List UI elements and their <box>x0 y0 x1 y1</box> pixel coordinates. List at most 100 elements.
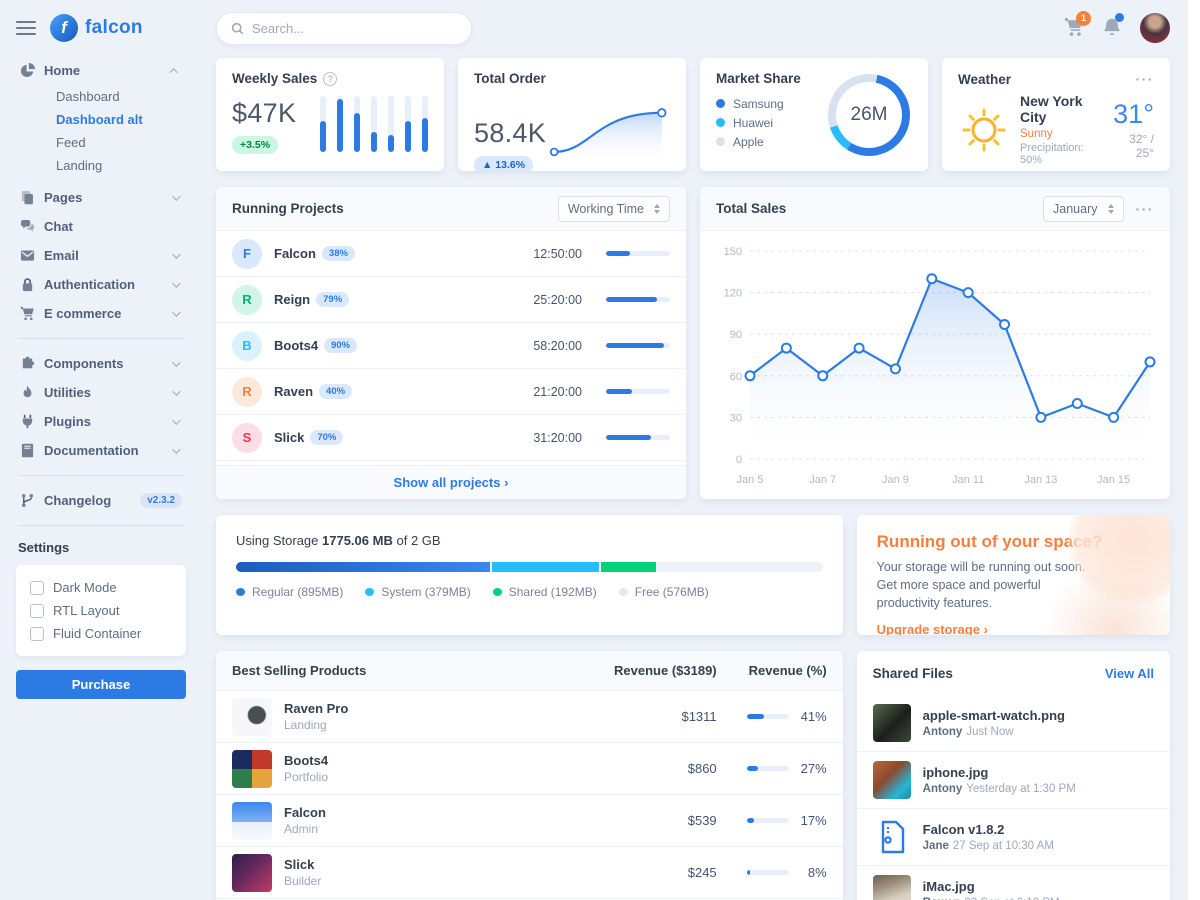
project-name-link[interactable]: Boots4 <box>274 338 318 353</box>
search-box[interactable] <box>216 12 472 45</box>
upgrade-storage-link[interactable]: Upgrade storage › <box>877 622 988 635</box>
nav-icon <box>20 385 35 400</box>
sidebar-item[interactable]: Dashboard alt <box>16 108 186 131</box>
product-price: $539 <box>567 813 717 828</box>
sidebar-item[interactable] <box>18 525 184 526</box>
product-progress-bar <box>747 714 789 719</box>
project-row: R Raven 40% 21:20:00 <box>216 369 686 415</box>
hamburger-menu-icon[interactable] <box>16 17 36 39</box>
checkbox[interactable] <box>30 604 44 618</box>
working-time-select[interactable]: Working Time <box>558 196 670 222</box>
shared-file-item: Falcon v1.8.2 Jane27 Sep at 10:30 AM <box>857 809 1170 866</box>
sidebar-item[interactable]: E commerce <box>16 299 186 328</box>
checkbox[interactable] <box>30 581 44 595</box>
product-name-link[interactable]: Falcon <box>284 805 326 820</box>
product-price: $860 <box>567 761 717 776</box>
total-order-title: Total Order <box>474 71 546 86</box>
view-all-link[interactable]: View All <box>1105 666 1154 681</box>
file-time: Yesterday at 1:30 PM <box>966 783 1076 795</box>
svg-text:Jan 11: Jan 11 <box>952 474 984 486</box>
project-name-link[interactable]: Raven <box>274 384 313 399</box>
product-pct: 41% <box>799 709 827 724</box>
upgrade-space-card: Running out of your space? Your storage … <box>857 515 1170 635</box>
svg-text:Jan 15: Jan 15 <box>1097 474 1130 486</box>
project-time: 58:20:00 <box>520 339 582 353</box>
show-all-projects-link[interactable]: Show all projects › <box>394 475 509 490</box>
checkbox[interactable] <box>30 627 44 641</box>
sidebar-item[interactable]: Pages <box>16 183 186 212</box>
sidebar-item[interactable]: Feed <box>16 131 186 154</box>
notifications-button[interactable] <box>1102 17 1122 40</box>
nav-icon <box>20 443 35 458</box>
sidebar-item[interactable]: Documentation <box>16 436 186 465</box>
weather-title: Weather <box>958 72 1011 87</box>
arrow-right-icon: › <box>504 475 508 490</box>
weekly-bar <box>320 96 326 152</box>
sidebar-item[interactable]: Plugins <box>16 407 186 436</box>
settings-heading: Settings <box>18 540 184 555</box>
sidebar-item[interactable]: Landing <box>16 154 186 177</box>
total-sales-title: Total Sales <box>716 201 786 216</box>
month-select[interactable]: January <box>1043 196 1123 222</box>
storage-legend-item: System (379MB) <box>365 585 470 599</box>
file-name-link[interactable]: iMac.jpg <box>923 879 1060 894</box>
sidebar-item[interactable] <box>18 338 184 339</box>
product-name-link[interactable]: Boots4 <box>284 753 328 768</box>
legend-dot <box>493 588 502 596</box>
brand-name: falcon <box>85 17 143 39</box>
file-name-link[interactable]: iphone.jpg <box>923 765 1076 780</box>
project-name-link[interactable]: Falcon <box>274 246 316 261</box>
settings-checkbox-row[interactable]: Dark Mode <box>30 576 172 599</box>
total-sales-menu-icon[interactable]: ··· <box>1136 201 1155 217</box>
weekly-sales-bar-chart <box>320 96 428 154</box>
chevron-icon <box>172 387 180 395</box>
product-name-link[interactable]: Slick <box>284 857 321 872</box>
nav-icon <box>20 248 35 263</box>
help-icon[interactable]: ? <box>323 72 337 86</box>
sidebar-item[interactable]: Utilities <box>16 378 186 407</box>
user-avatar[interactable] <box>1140 13 1170 43</box>
project-progress-bar <box>606 389 670 394</box>
purchase-button[interactable]: Purchase <box>16 670 186 699</box>
total-order-card: Total Order 58.4K ▲ 13.6% <box>458 58 686 171</box>
cart-count-badge: 1 <box>1076 11 1091 26</box>
best-selling-title: Best Selling Products <box>232 663 567 678</box>
chevron-icon <box>169 68 177 76</box>
sidebar-item[interactable]: Home <box>16 56 186 85</box>
search-input[interactable] <box>252 21 457 36</box>
falcon-logo-icon: f <box>50 14 78 42</box>
project-progress-badge: 38% <box>322 246 355 261</box>
project-time: 25:20:00 <box>520 293 582 307</box>
project-progress-bar <box>606 297 670 302</box>
weather-menu-icon[interactable]: ··· <box>1136 71 1155 87</box>
product-progress-bar <box>747 870 789 875</box>
sidebar-item[interactable] <box>18 475 184 476</box>
total-order-value: 58.4K <box>474 118 546 149</box>
total-order-sparkline <box>546 96 670 171</box>
file-meta: AntonyJust Now <box>923 726 1065 738</box>
sidebar-item[interactable]: Chat <box>16 212 186 241</box>
settings-checkbox-row[interactable]: Fluid Container <box>30 622 172 645</box>
cart-button[interactable]: 1 <box>1064 17 1084 40</box>
project-name-link[interactable]: Slick <box>274 430 304 445</box>
project-name-link[interactable]: Reign <box>274 292 310 307</box>
sidebar-item[interactable]: Email <box>16 241 186 270</box>
total-sales-card: Total Sales January ··· 0306090120150Jan… <box>700 187 1170 499</box>
product-name-link[interactable]: Raven Pro <box>284 701 348 716</box>
sidebar-item[interactable]: Authentication <box>16 270 186 299</box>
brand-logo[interactable]: f falcon <box>50 14 143 42</box>
sidebar-item[interactable]: Components <box>16 349 186 378</box>
scrollbar[interactable] <box>1187 0 1200 900</box>
market-share-value: 26M <box>851 104 888 126</box>
file-name-link[interactable]: Falcon v1.8.2 <box>923 822 1054 837</box>
sidebar-item[interactable]: Changelog v2.3.2 <box>16 486 186 515</box>
file-name-link[interactable]: apple-smart-watch.png <box>923 708 1065 723</box>
product-thumbnail <box>232 750 272 788</box>
settings-checkbox-row[interactable]: RTL Layout <box>30 599 172 622</box>
sidebar-nav: Home Dashboard Dashboard alt Feed <box>16 56 186 526</box>
shared-file-item: apple-smart-watch.png AntonyJust Now <box>857 695 1170 752</box>
sidebar-item[interactable]: Dashboard <box>16 85 186 108</box>
svg-text:30: 30 <box>730 412 742 424</box>
storage-legend-item: Free (576MB) <box>619 585 709 599</box>
nav-icon <box>20 277 35 292</box>
